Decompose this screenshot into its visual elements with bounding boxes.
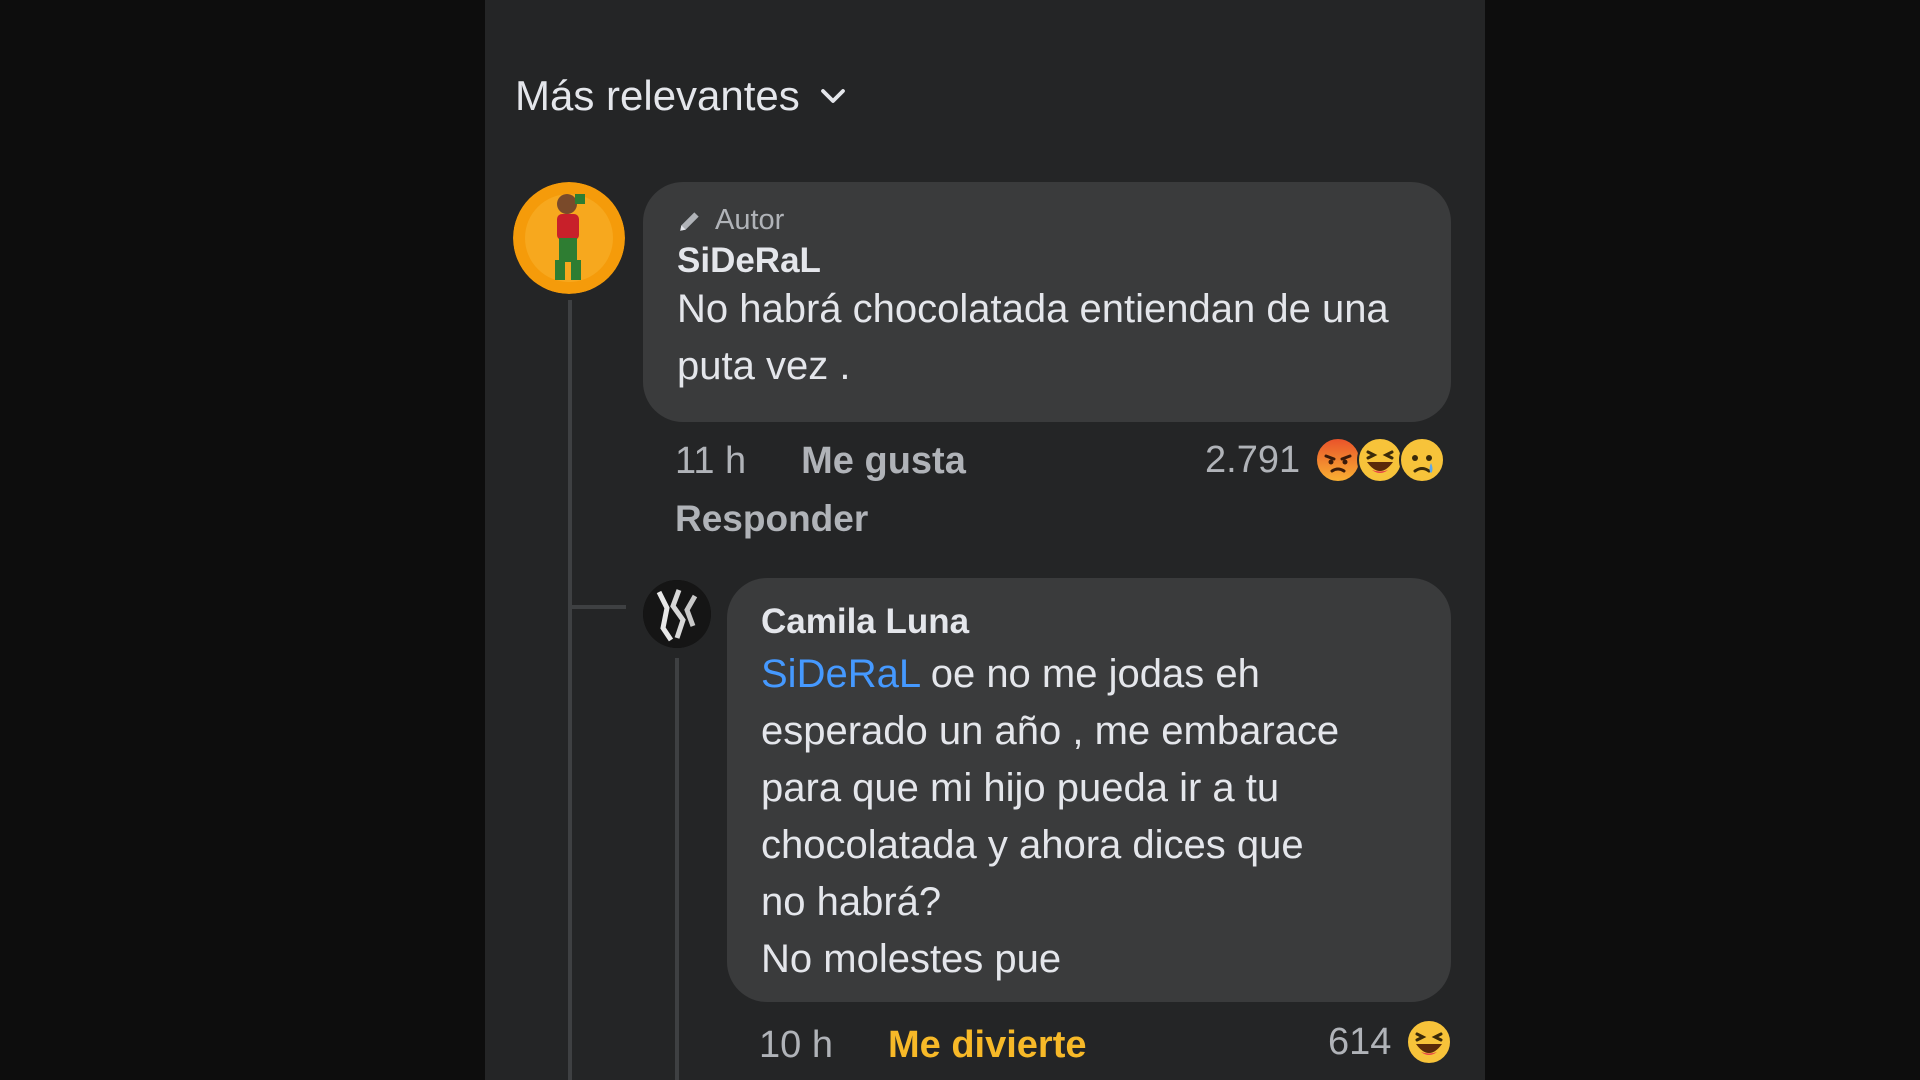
haha-emoji-icon bbox=[1357, 437, 1404, 483]
comment-text: SiDeRaL oe no me jodas eh esperado un añ… bbox=[761, 646, 1417, 988]
comment-text: No habrá chocolatada entiendan de una pu… bbox=[677, 287, 1389, 388]
haha-reaction-button[interactable]: Me divierte bbox=[888, 1024, 1087, 1067]
reaction-count: 2.791 bbox=[1205, 438, 1301, 481]
thread-line bbox=[568, 300, 572, 1080]
avatar[interactable] bbox=[513, 182, 625, 294]
angry-emoji-icon bbox=[1315, 437, 1362, 483]
sort-label: Más relevantes bbox=[515, 72, 800, 119]
pencil-icon bbox=[680, 211, 699, 231]
avatar[interactable] bbox=[643, 580, 711, 648]
comment-text-line: No molestes pue bbox=[761, 937, 1062, 981]
sad-emoji-icon bbox=[1399, 437, 1446, 483]
comment-text-line: oe no me jodas eh bbox=[919, 652, 1260, 696]
comment-bubble: Camila Luna SiDeRaL oe no me jodas eh es… bbox=[727, 578, 1451, 1002]
thread-line bbox=[675, 658, 679, 1080]
comments-panel: Más relevantes Autor SiDeRaL No habrá ch… bbox=[485, 0, 1485, 1080]
comment-time[interactable]: 11 h bbox=[675, 440, 746, 483]
thread-connector bbox=[568, 605, 626, 609]
comment-text-line: chocolatada y ahora dices que bbox=[761, 823, 1304, 867]
reaction-summary[interactable]: 2.791 bbox=[1205, 436, 1446, 484]
comment-text-line: para que mi hijo pueda ir a tu bbox=[761, 766, 1280, 810]
comment-text-line: no habrá? bbox=[761, 880, 942, 924]
author-badge: Autor bbox=[677, 204, 1417, 237]
reply-button[interactable]: Responder bbox=[675, 498, 868, 540]
haha-emoji-icon bbox=[1406, 1019, 1453, 1065]
mention-link[interactable]: SiDeRaL bbox=[761, 652, 920, 696]
comment-author[interactable]: SiDeRaL bbox=[677, 241, 1417, 281]
reaction-count: 614 bbox=[1328, 1020, 1392, 1063]
sort-dropdown[interactable]: Más relevantes bbox=[515, 72, 848, 120]
comment-text-line: esperado un año , me embarace bbox=[761, 709, 1340, 753]
comment-author[interactable]: Camila Luna bbox=[761, 602, 1417, 642]
chevron-down-icon bbox=[820, 89, 845, 103]
comment-time[interactable]: 10 h bbox=[759, 1024, 833, 1067]
comment-meta: 11 h Me gusta bbox=[675, 440, 966, 483]
comment-bubble: Autor SiDeRaL No habrá chocolatada entie… bbox=[643, 182, 1451, 422]
comment-meta: 10 h Me divierte bbox=[759, 1024, 1087, 1067]
author-badge-label: Autor bbox=[715, 204, 785, 236]
like-button[interactable]: Me gusta bbox=[801, 440, 966, 483]
reaction-summary[interactable]: 614 bbox=[1328, 1018, 1453, 1066]
